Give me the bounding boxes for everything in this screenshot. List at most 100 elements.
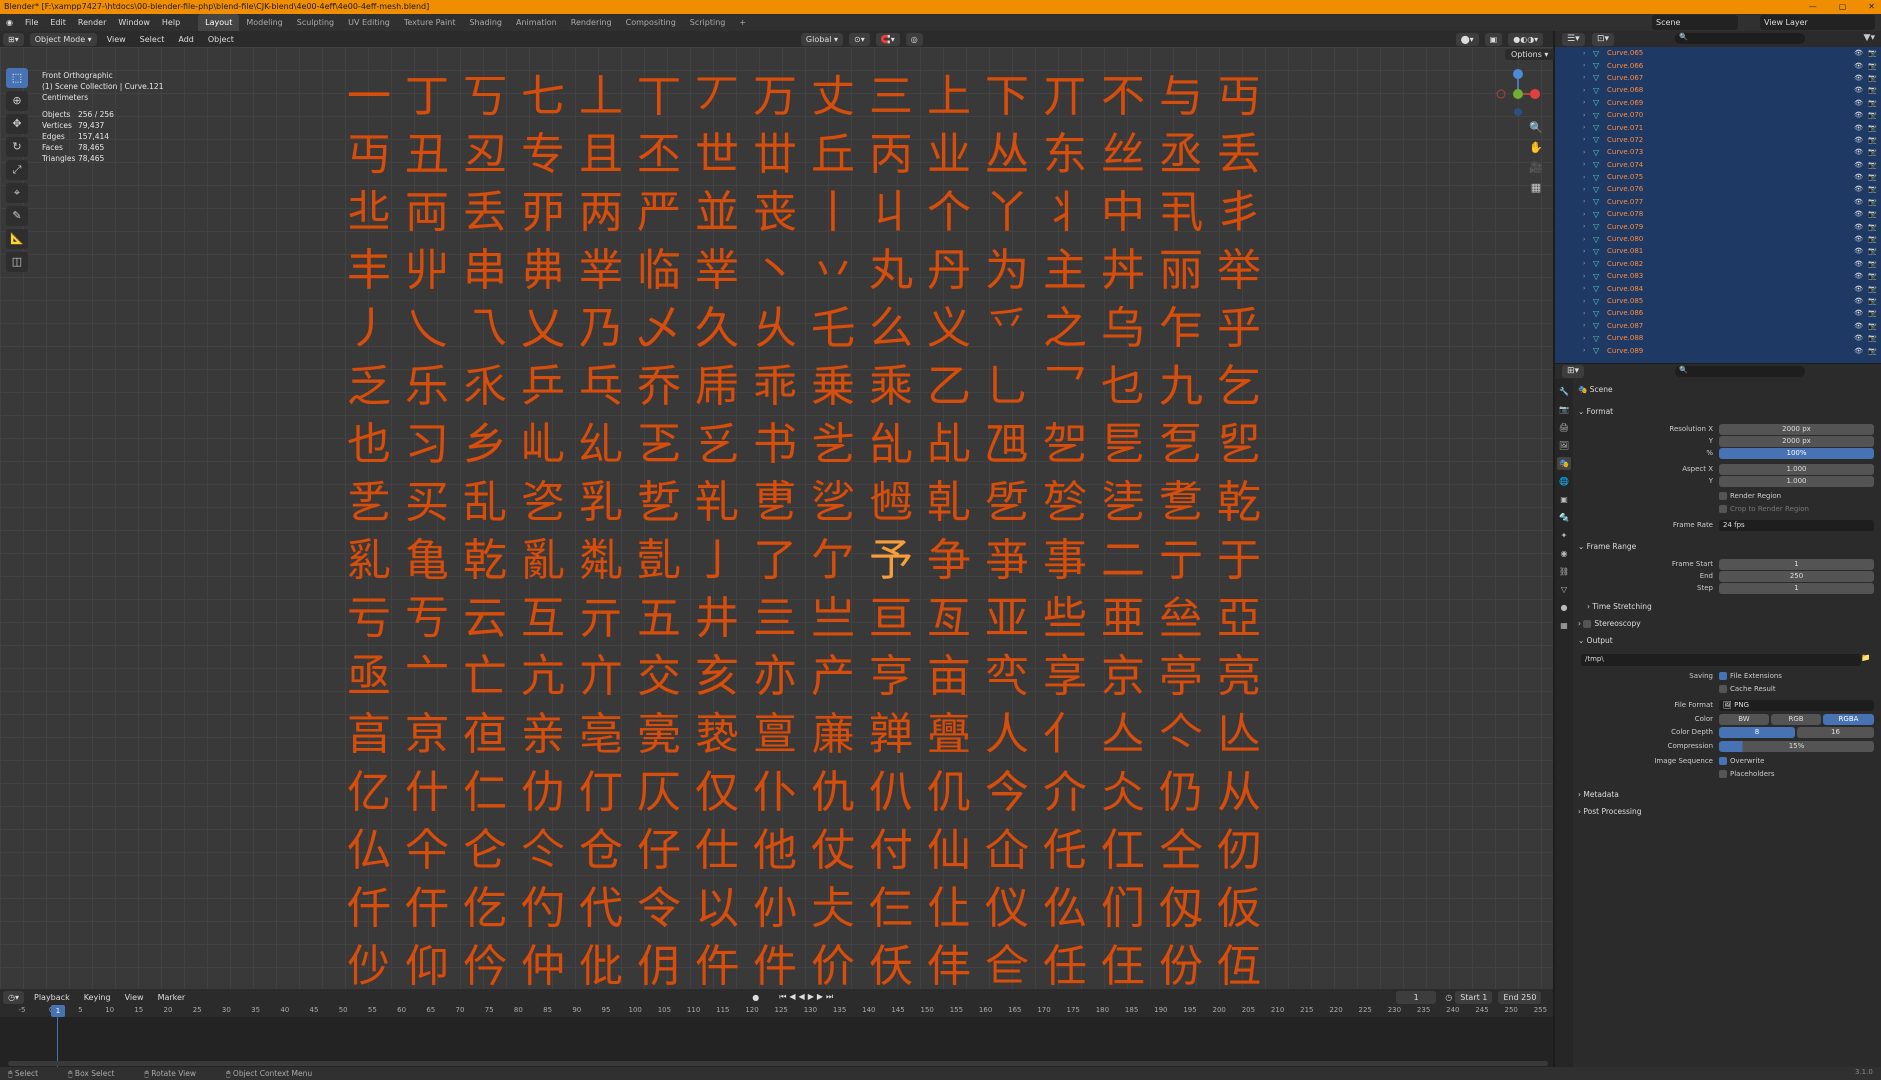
eye-icon[interactable]: 👁 bbox=[1854, 223, 1863, 231]
glyph-mesh[interactable]: 乃 bbox=[572, 300, 630, 358]
render-region-checkbox[interactable]: Render Region bbox=[1719, 492, 1781, 500]
timeline-editor-type-icon[interactable]: ◷▾ bbox=[3, 990, 24, 1004]
eye-icon[interactable]: 👁 bbox=[1854, 86, 1863, 94]
glyph-mesh[interactable]: 任 bbox=[1036, 938, 1094, 996]
glyph-mesh[interactable]: 乾 bbox=[456, 532, 514, 590]
glyph-mesh[interactable]: 七 bbox=[514, 68, 572, 126]
camera-icon[interactable]: 📷 bbox=[1868, 235, 1877, 243]
data-tab-icon[interactable]: ▽ bbox=[1557, 583, 1571, 596]
glyph-mesh[interactable]: 丢 bbox=[1210, 126, 1268, 184]
glyph-mesh[interactable]: 丘 bbox=[804, 126, 862, 184]
playback-controls-icon[interactable]: ⏮◀◀▶▶⏭ bbox=[779, 992, 836, 1002]
glyph-mesh[interactable]: 产 bbox=[804, 648, 862, 706]
file-format-dropdown[interactable]: 🖼 PNG bbox=[1719, 700, 1874, 711]
glyph-mesh[interactable]: 亙 bbox=[920, 590, 978, 648]
end-frame-field[interactable]: End 250 bbox=[1498, 990, 1542, 1004]
glyph-mesh[interactable]: 义 bbox=[920, 300, 978, 358]
glyph-mesh[interactable]: 亜 bbox=[1094, 590, 1152, 648]
compression-slider[interactable]: 15% bbox=[1719, 741, 1874, 752]
glyph-mesh[interactable]: 丯 bbox=[1210, 184, 1268, 242]
glyph-mesh[interactable]: 亗 bbox=[804, 590, 862, 648]
xray-icon[interactable]: ▣ bbox=[1484, 32, 1503, 46]
glyph-mesh[interactable]: 世 bbox=[688, 126, 746, 184]
camera-icon[interactable]: 📷 bbox=[1868, 285, 1877, 293]
glyph-mesh[interactable]: 丞 bbox=[1152, 126, 1210, 184]
glyph-mesh[interactable]: 仧 bbox=[804, 880, 862, 938]
view-layer-selector[interactable]: View Layer bbox=[1760, 15, 1875, 30]
glyph-mesh[interactable]: 仾 bbox=[1210, 938, 1268, 996]
glyph-mesh[interactable]: 之 bbox=[1036, 300, 1094, 358]
glyph-mesh[interactable]: 丅 bbox=[630, 68, 688, 126]
expand-icon[interactable]: › bbox=[1583, 335, 1593, 342]
glyph-mesh[interactable]: 乏 bbox=[340, 358, 398, 416]
outliner-row[interactable]: › ▽ Curve.077 👁 📷 bbox=[1555, 196, 1881, 208]
glyph-mesh[interactable]: 丗 bbox=[746, 126, 804, 184]
glyph-mesh[interactable]: 九 bbox=[1152, 358, 1210, 416]
glyph-mesh[interactable]: 仑 bbox=[456, 822, 514, 880]
menu-render[interactable]: Render bbox=[72, 14, 112, 31]
camera-icon[interactable]: 📷 bbox=[1868, 99, 1877, 107]
glyph-mesh[interactable]: 仰 bbox=[398, 938, 456, 996]
post-processing-panel-header[interactable]: › Post Processing bbox=[1578, 807, 1874, 816]
glyph-mesh[interactable]: 亄 bbox=[630, 532, 688, 590]
cursor-tool-icon[interactable]: ⊕ bbox=[6, 91, 28, 111]
camera-icon[interactable]: 📷 bbox=[1868, 49, 1877, 57]
glyph-mesh[interactable]: 仗 bbox=[804, 822, 862, 880]
render-tab-icon[interactable]: 📷 bbox=[1557, 403, 1571, 416]
glyph-mesh[interactable]: 丑 bbox=[398, 126, 456, 184]
outliner-row[interactable]: › ▽ Curve.089 👁 📷 bbox=[1555, 344, 1881, 356]
expand-icon[interactable]: › bbox=[1583, 50, 1593, 57]
glyph-mesh[interactable]: 久 bbox=[688, 300, 746, 358]
glyph-mesh[interactable]: 丼 bbox=[1094, 242, 1152, 300]
glyph-mesh[interactable]: 亵 bbox=[688, 706, 746, 764]
expand-icon[interactable]: › bbox=[1583, 99, 1593, 106]
glyph-mesh[interactable]: 亂 bbox=[514, 532, 572, 590]
eye-icon[interactable]: 👁 bbox=[1854, 309, 1863, 317]
scene-tab-icon[interactable]: 🎭 bbox=[1557, 457, 1571, 470]
glyph-mesh[interactable]: 並 bbox=[688, 184, 746, 242]
resolution-x-field[interactable]: 2000 px bbox=[1719, 424, 1874, 435]
mode-dropdown[interactable]: Object Mode ▾ bbox=[29, 32, 97, 46]
crop-region-checkbox[interactable]: Crop to Render Region bbox=[1719, 505, 1809, 513]
glyph-mesh[interactable]: 亥 bbox=[688, 648, 746, 706]
camera-icon[interactable]: 📷 bbox=[1868, 136, 1877, 144]
format-panel-header[interactable]: ⌄ Format bbox=[1578, 407, 1874, 416]
tab-shading[interactable]: Shading bbox=[462, 14, 509, 31]
frame-end-field[interactable]: 250 bbox=[1719, 571, 1874, 582]
eye-icon[interactable]: 👁 bbox=[1854, 322, 1863, 330]
glyph-mesh[interactable]: 介 bbox=[1036, 764, 1094, 822]
menu-window[interactable]: Window bbox=[112, 14, 156, 31]
glyph-mesh[interactable]: 件 bbox=[746, 938, 804, 996]
glyph-mesh[interactable]: 仒 bbox=[514, 822, 572, 880]
glyph-mesh[interactable]: 乔 bbox=[630, 358, 688, 416]
menu-edit[interactable]: Edit bbox=[44, 14, 72, 31]
camera-icon[interactable]: 📷 bbox=[1868, 124, 1877, 132]
output-panel-header[interactable]: ⌄ Output bbox=[1578, 636, 1874, 645]
glyph-mesh[interactable]: 丕 bbox=[630, 126, 688, 184]
expand-icon[interactable]: › bbox=[1583, 149, 1593, 156]
glyph-mesh[interactable]: 井 bbox=[688, 590, 746, 648]
glyph-mesh[interactable]: 丂 bbox=[456, 68, 514, 126]
glyph-mesh[interactable]: 仵 bbox=[688, 938, 746, 996]
glyph-mesh[interactable]: 乖 bbox=[746, 358, 804, 416]
glyph-mesh[interactable]: 亃 bbox=[572, 532, 630, 590]
expand-icon[interactable]: › bbox=[1583, 161, 1593, 168]
tab-sculpting[interactable]: Sculpting bbox=[290, 14, 341, 31]
expand-icon[interactable]: › bbox=[1583, 310, 1593, 317]
glyph-mesh[interactable]: 乱 bbox=[456, 474, 514, 532]
glyph-mesh[interactable]: 亇 bbox=[804, 532, 862, 590]
glyph-mesh[interactable]: 云 bbox=[456, 590, 514, 648]
eye-icon[interactable]: 👁 bbox=[1854, 136, 1863, 144]
glyph-mesh[interactable]: 仅 bbox=[688, 764, 746, 822]
glyph-mesh[interactable]: 乷 bbox=[804, 474, 862, 532]
material-tab-icon[interactable]: ● bbox=[1557, 601, 1571, 614]
texture-tab-icon[interactable]: ▦ bbox=[1557, 619, 1571, 632]
glyph-mesh[interactable]: 予 bbox=[862, 532, 920, 590]
glyph-mesh[interactable]: 仦 bbox=[746, 880, 804, 938]
particles-tab-icon[interactable]: ✦ bbox=[1557, 529, 1571, 542]
viewport-menu-object[interactable]: Object bbox=[201, 35, 241, 44]
glyph-mesh[interactable]: 代 bbox=[572, 880, 630, 938]
glyph-mesh[interactable]: 乙 bbox=[920, 358, 978, 416]
outliner-row[interactable]: › ▽ Curve.088 👁 📷 bbox=[1555, 332, 1881, 344]
glyph-mesh[interactable]: 仃 bbox=[572, 764, 630, 822]
